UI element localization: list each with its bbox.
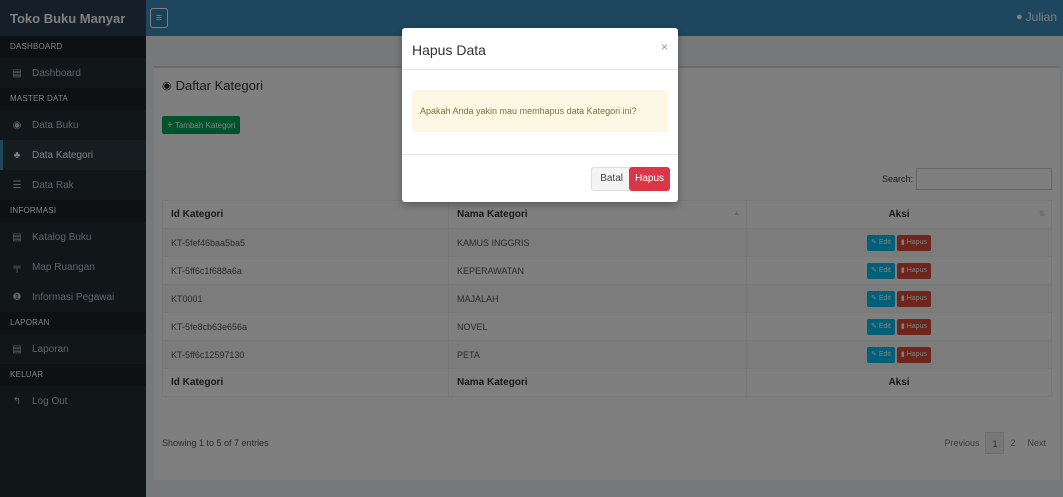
close-icon[interactable]: × <box>661 40 668 54</box>
modal-header: Hapus Data × <box>402 28 678 70</box>
modal-title: Hapus Data <box>412 42 486 58</box>
warning-alert: Apakah Anda yakin mau memhapus data Kate… <box>412 90 668 132</box>
modal-footer: Batal Hapus <box>402 154 678 202</box>
confirm-delete-button[interactable]: Hapus <box>629 167 670 191</box>
delete-confirm-dialog: Hapus Data × Apakah Anda yakin mau memha… <box>402 28 678 202</box>
cancel-button[interactable]: Batal <box>591 167 632 191</box>
